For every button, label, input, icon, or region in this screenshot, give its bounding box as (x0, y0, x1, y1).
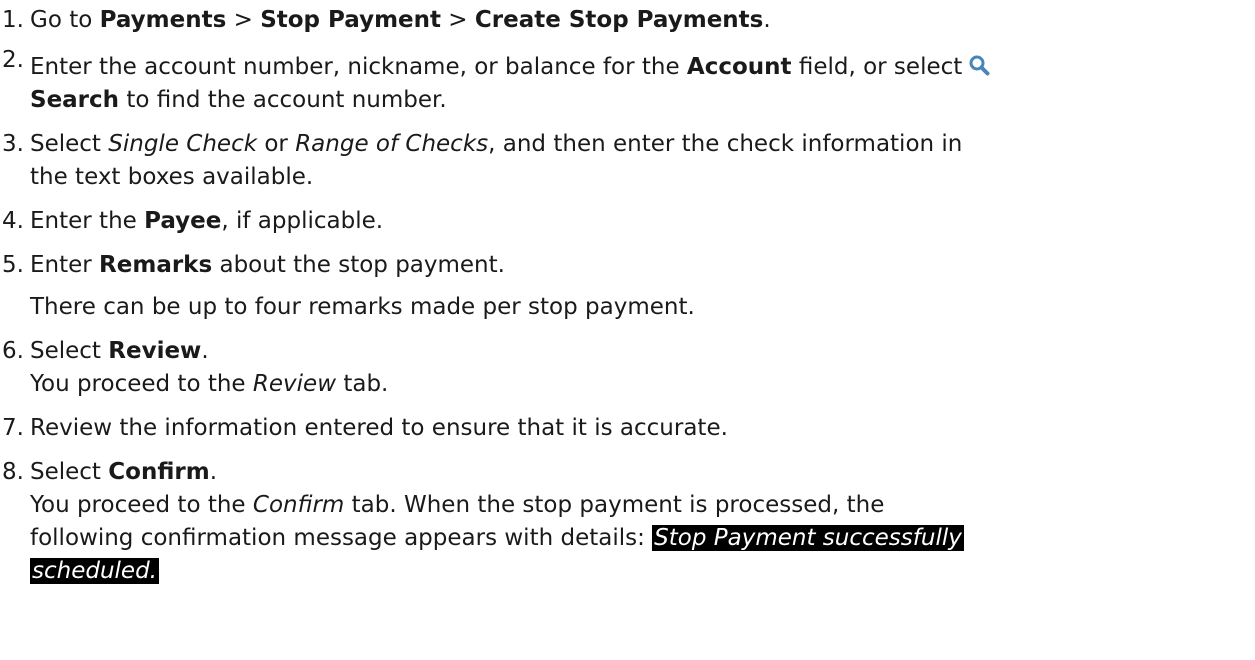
step-line: Enter Remarks about the stop payment. (30, 249, 1250, 282)
step-5: 5. Enter Remarks about the stop payment.… (0, 249, 1250, 324)
step-6: 6. Select Review. You proceed to the Rev… (0, 335, 1250, 401)
field-payee: Payee (144, 208, 222, 234)
step-line: Review the information entered to ensure… (30, 415, 728, 441)
confirmation-message: Stop Payment successfully (652, 525, 964, 551)
tab-review: Review (252, 371, 337, 397)
step-number: 8. (2, 459, 24, 485)
text-fragment: tab. (336, 371, 389, 397)
menu-stop-payment: Stop Payment (260, 7, 441, 33)
text-fragment: You proceed to the (30, 371, 253, 397)
step-note: following confirmation message appears w… (30, 522, 1250, 555)
step-text: Select Review. You proceed to the Review… (30, 335, 1250, 401)
step-text: Enter Remarks about the stop payment. Th… (30, 249, 1250, 324)
step-line: Enter the Payee, if applicable. (30, 205, 1250, 238)
text-fragment: or (257, 131, 296, 157)
step-text: Review the information entered to ensure… (30, 412, 1250, 445)
step-number: 1. (2, 7, 24, 33)
text-fragment: following confirmation message appears w… (30, 525, 653, 551)
text-fragment: about the stop payment. (212, 252, 505, 278)
step-line: Search to find the account number. (30, 84, 1250, 117)
text-fragment: Select (30, 131, 109, 157)
step-note: There can be up to four remarks made per… (30, 294, 695, 320)
step-note: You proceed to the Confirm tab. When the… (30, 489, 1250, 522)
step-line: Enter the account number, nickname, or b… (30, 51, 1250, 84)
text-fragment: Select (30, 338, 109, 364)
confirm-button-label: Confirm (108, 459, 210, 485)
step-line: Select Single Check or Range of Checks, … (30, 128, 1250, 161)
step-8: 8. Select Confirm. You proceed to the Co… (0, 456, 1250, 588)
field-remarks: Remarks (99, 252, 213, 278)
text-fragment: tab. When the stop payment is processed,… (344, 492, 885, 518)
step-number: 3. (2, 131, 24, 157)
step-line: Go to Payments > Stop Payment > Create S… (30, 4, 1250, 37)
menu-payments: Payments (99, 7, 227, 33)
step-text: Go to Payments > Stop Payment > Create S… (30, 4, 1250, 37)
step-text: Enter the Payee, if applicable. (30, 205, 1250, 238)
step-note: scheduled. (30, 555, 1250, 588)
field-account: Account (686, 54, 792, 80)
review-button-label: Review (108, 338, 202, 364)
text-fragment: Enter the (30, 208, 145, 234)
text-fragment: . (201, 338, 209, 364)
step-line: Select Review. (30, 335, 1250, 368)
menu-create-stop-payments: Create Stop Payments (474, 7, 764, 33)
step-number: 4. (2, 208, 24, 234)
step-number: 7. (2, 415, 24, 441)
confirmation-message-continued: scheduled. (30, 558, 159, 584)
step-line: Select Confirm. (30, 456, 1250, 489)
step-note: You proceed to the Review tab. (30, 368, 1250, 401)
instruction-list: 1. Go to Payments > Stop Payment > Creat… (0, 4, 1250, 588)
step-text: Enter the account number, nickname, or b… (30, 51, 1250, 117)
search-icon (968, 54, 990, 76)
step-text: Select Single Check or Range of Checks, … (30, 128, 1250, 194)
text-fragment: Go to (30, 7, 100, 33)
text-fragment: Enter the account number, nickname, or b… (30, 54, 687, 80)
step-number: 2. (2, 47, 24, 73)
option-single-check: Single Check (108, 131, 258, 157)
tab-confirm: Confirm (252, 492, 345, 518)
search-label: Search (30, 87, 120, 113)
step-line: the text boxes available. (30, 164, 314, 190)
text-fragment: You proceed to the (30, 492, 253, 518)
text-fragment: . (763, 7, 771, 33)
step-1: 1. Go to Payments > Stop Payment > Creat… (0, 4, 1250, 37)
step-3: 3. Select Single Check or Range of Check… (0, 128, 1250, 194)
step-2: 2. Enter the account number, nickname, o… (0, 47, 1250, 117)
text-fragment: . (209, 459, 217, 485)
text-fragment: Select (30, 459, 109, 485)
step-number: 6. (2, 338, 24, 364)
option-range-of-checks: Range of Checks (295, 131, 489, 157)
text-fragment: Enter (30, 252, 100, 278)
step-4: 4. Enter the Payee, if applicable. (0, 205, 1250, 238)
text-fragment: , if applicable. (221, 208, 384, 234)
step-7: 7. Review the information entered to ens… (0, 412, 1250, 445)
step-text: Select Confirm. You proceed to the Confi… (30, 456, 1250, 588)
text-fragment: , and then enter the check information i… (488, 131, 963, 157)
text-fragment: field, or select (791, 54, 963, 80)
breadcrumb-separator: > (226, 7, 261, 33)
breadcrumb-separator: > (441, 7, 475, 33)
text-fragment: to find the account number. (119, 87, 447, 113)
step-number: 5. (2, 252, 24, 278)
